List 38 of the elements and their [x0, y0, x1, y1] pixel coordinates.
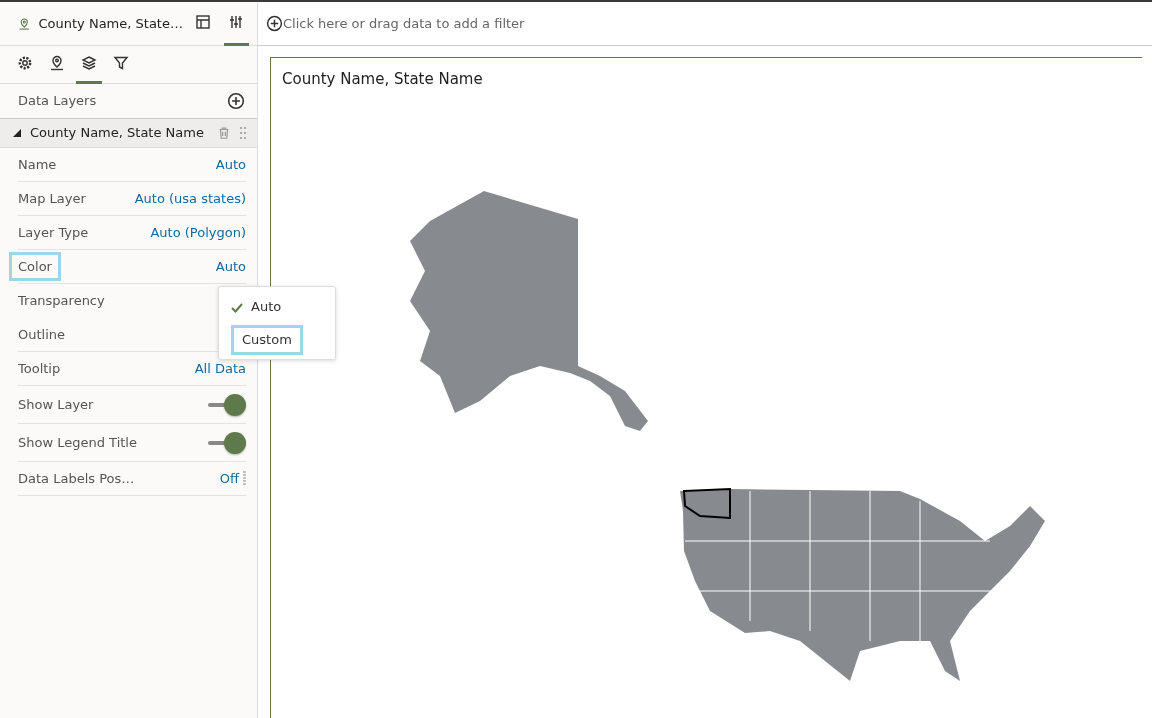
property-label: Outline [18, 325, 66, 344]
add-icon [266, 15, 283, 32]
menu-item[interactable]: Custom [231, 325, 303, 355]
layout-icon [195, 14, 212, 30]
property-value-link[interactable]: Auto (usa states) [134, 188, 246, 209]
property-value-link[interactable]: Auto [215, 154, 246, 175]
toggle-switch[interactable] [208, 393, 246, 416]
panel-title: County Name, State… [38, 14, 183, 33]
property-label: Show Legend Title [18, 433, 137, 452]
menu-item[interactable]: Auto [219, 291, 335, 323]
gear-icon [17, 55, 33, 71]
property-value-link[interactable]: Auto [215, 256, 246, 277]
drag-handle-icon[interactable] [243, 470, 246, 487]
property-label: Map Layer [18, 189, 86, 208]
add-icon [227, 92, 245, 110]
sliders-icon [228, 14, 245, 30]
property-value-link[interactable]: All Data [194, 358, 246, 379]
property-label: Tooltip [18, 359, 61, 378]
drag-handle-icon[interactable] [239, 126, 247, 140]
filter-placeholder[interactable]: Click here or drag data to add a filter [283, 13, 525, 34]
property-label: Color [9, 251, 61, 282]
add-layer-button[interactable] [227, 92, 245, 110]
property-value-link[interactable]: Off [219, 468, 239, 489]
toggle-switch[interactable] [208, 431, 246, 454]
property-label: Layer Type [18, 223, 89, 242]
property-value-link[interactable]: Auto (Polygon) [150, 222, 246, 243]
property-label: Data Labels Pos… [18, 469, 135, 488]
map-pin-icon [18, 15, 31, 32]
property-label: Show Layer [18, 395, 94, 414]
layer-name: County Name, State Name [30, 124, 205, 143]
map-pin-icon [49, 55, 65, 71]
filter-icon [113, 55, 129, 71]
property-label: Transparency [18, 292, 105, 311]
layers-icon [81, 55, 97, 71]
collapse-triangle-icon[interactable] [12, 128, 22, 138]
map-title: County Name, State Name [281, 69, 484, 90]
section-title: Data Layers [18, 92, 97, 111]
property-label: Name [18, 155, 57, 174]
